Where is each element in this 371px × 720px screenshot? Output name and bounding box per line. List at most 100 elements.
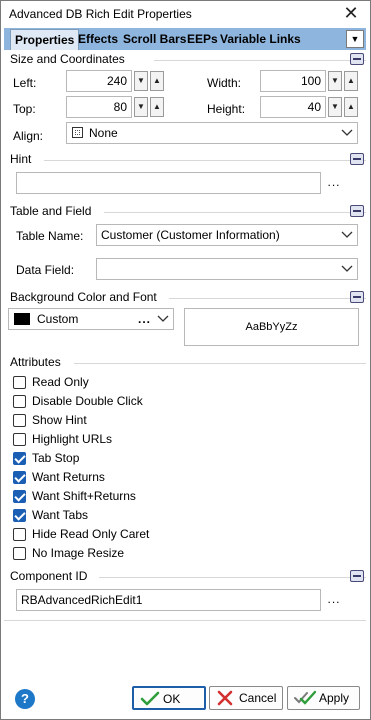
background-color-value: Custom (37, 312, 79, 326)
color-more-icon[interactable]: ... (138, 309, 151, 329)
cancel-label: Cancel (239, 691, 277, 705)
data-field-label: Data Field: (16, 263, 75, 277)
align-value: None (89, 126, 118, 140)
hint-input[interactable] (16, 172, 321, 194)
hint-browse-button[interactable]: ... (324, 172, 344, 194)
double-check-icon (294, 690, 317, 713)
tab-effects[interactable]: Effects (78, 28, 118, 50)
section-table-field: Table and Field (4, 204, 366, 219)
tab-menu-dropdown-icon[interactable]: ▼ (346, 30, 364, 48)
height-input[interactable]: 40 (260, 96, 326, 118)
top-input[interactable]: 80 (66, 96, 132, 118)
checkbox-box[interactable] (13, 452, 26, 465)
tab-properties[interactable]: Properties (10, 29, 80, 50)
properties-panel: Size and Coordinates Left: 240 ▼ ▲ Width… (4, 50, 366, 678)
checkbox-box[interactable] (13, 433, 26, 446)
top-increment-icon[interactable]: ▲ (150, 97, 164, 117)
checkbox-box[interactable] (13, 490, 26, 503)
dialog-footer: ? OK Cancel Apply (1, 681, 370, 719)
chevron-down-icon (157, 309, 169, 329)
checkbox-box[interactable] (13, 528, 26, 541)
section-component-id: Component ID (4, 569, 366, 584)
tab-strip: Properties Effects Scroll Bars EEPs Vari… (4, 28, 366, 50)
tab-eeps[interactable]: EEPs (187, 28, 218, 50)
section-title: Component ID (10, 569, 88, 583)
section-size-coordinates: Size and Coordinates (4, 52, 366, 67)
ok-button[interactable]: OK (132, 686, 206, 710)
checkbox-label: Want Returns (32, 470, 105, 484)
color-swatch (14, 313, 30, 325)
collapse-icon[interactable] (350, 53, 364, 65)
chevron-down-icon (341, 225, 353, 245)
width-decrement-icon[interactable]: ▼ (328, 71, 342, 91)
checkbox-box[interactable] (13, 395, 26, 408)
checkbox-box[interactable] (13, 414, 26, 427)
left-decrement-icon[interactable]: ▼ (134, 71, 148, 91)
section-background-font: Background Color and Font (4, 290, 366, 305)
cancel-x-icon (216, 690, 234, 713)
left-increment-icon[interactable]: ▲ (150, 71, 164, 91)
background-color-select[interactable]: Custom ... (8, 308, 174, 330)
apply-button[interactable]: Apply (287, 686, 360, 710)
title-bar: Advanced DB Rich Edit Properties ✕ (1, 1, 370, 27)
checkbox-label: Tab Stop (32, 451, 80, 465)
left-input[interactable]: 240 (66, 70, 132, 92)
checkbox-label: Want Shift+Returns (32, 489, 136, 503)
top-decrement-icon[interactable]: ▼ (134, 97, 148, 117)
component-id-browse-button[interactable]: ... (324, 589, 344, 611)
panel-bottom-divider (4, 620, 366, 621)
checkbox-box[interactable] (13, 547, 26, 560)
section-title: Size and Coordinates (10, 52, 125, 66)
section-title: Table and Field (10, 204, 92, 218)
section-title: Background Color and Font (10, 290, 157, 304)
checkbox-box[interactable] (13, 471, 26, 484)
top-label: Top: (13, 102, 36, 116)
checkbox-box[interactable] (13, 509, 26, 522)
collapse-icon[interactable] (350, 153, 364, 165)
section-attributes: Attributes (4, 355, 366, 370)
font-preview-button[interactable]: AaBbYyZz (184, 308, 359, 346)
section-title: Attributes (10, 355, 61, 369)
table-name-value: Customer (Customer Information) (101, 228, 280, 242)
height-label: Height: (207, 102, 246, 116)
collapse-icon[interactable] (350, 291, 364, 303)
table-name-label: Table Name: (16, 229, 84, 243)
checkbox-label: Highlight URLs (32, 432, 113, 446)
chevron-down-icon (341, 123, 353, 143)
left-label: Left: (13, 76, 37, 90)
close-icon[interactable]: ✕ (340, 3, 362, 25)
align-select[interactable]: None (66, 122, 358, 144)
cancel-button[interactable]: Cancel (209, 686, 283, 710)
collapse-icon[interactable] (350, 570, 364, 582)
table-name-select[interactable]: Customer (Customer Information) (96, 224, 358, 246)
checkbox-label: Want Tabs (32, 508, 89, 522)
width-label: Width: (207, 76, 242, 90)
height-increment-icon[interactable]: ▲ (344, 97, 358, 117)
checkbox-label: No Image Resize (32, 546, 125, 560)
font-sample: AaBbYyZz (245, 321, 298, 333)
checkbox-label: Disable Double Click (32, 394, 143, 408)
help-icon[interactable]: ? (15, 689, 35, 709)
apply-label: Apply (319, 691, 350, 705)
checkbox-label: Hide Read Only Caret (32, 527, 150, 541)
align-label: Align: (13, 129, 44, 143)
window-title: Advanced DB Rich Edit Properties (9, 7, 192, 21)
section-divider (4, 160, 366, 161)
section-hint: Hint (4, 152, 366, 167)
checkbox-box[interactable] (13, 376, 26, 389)
section-title: Hint (10, 152, 32, 166)
checkbox-label: Read Only (32, 375, 89, 389)
tab-scroll-bars[interactable]: Scroll Bars (123, 28, 186, 50)
component-id-input[interactable]: RBAdvancedRichEdit1 (16, 589, 321, 611)
checkbox-label: Show Hint (32, 413, 87, 427)
height-decrement-icon[interactable]: ▼ (328, 97, 342, 117)
chevron-down-icon (341, 259, 353, 279)
width-increment-icon[interactable]: ▲ (344, 71, 358, 91)
ok-label: OK (163, 692, 181, 706)
width-input[interactable]: 100 (260, 70, 326, 92)
collapse-icon[interactable] (350, 205, 364, 217)
tab-variable-links[interactable]: Variable Links (220, 28, 301, 50)
data-field-select[interactable] (96, 258, 358, 280)
properties-dialog: Advanced DB Rich Edit Properties ✕ Prope… (0, 0, 371, 720)
align-none-icon (72, 127, 83, 138)
